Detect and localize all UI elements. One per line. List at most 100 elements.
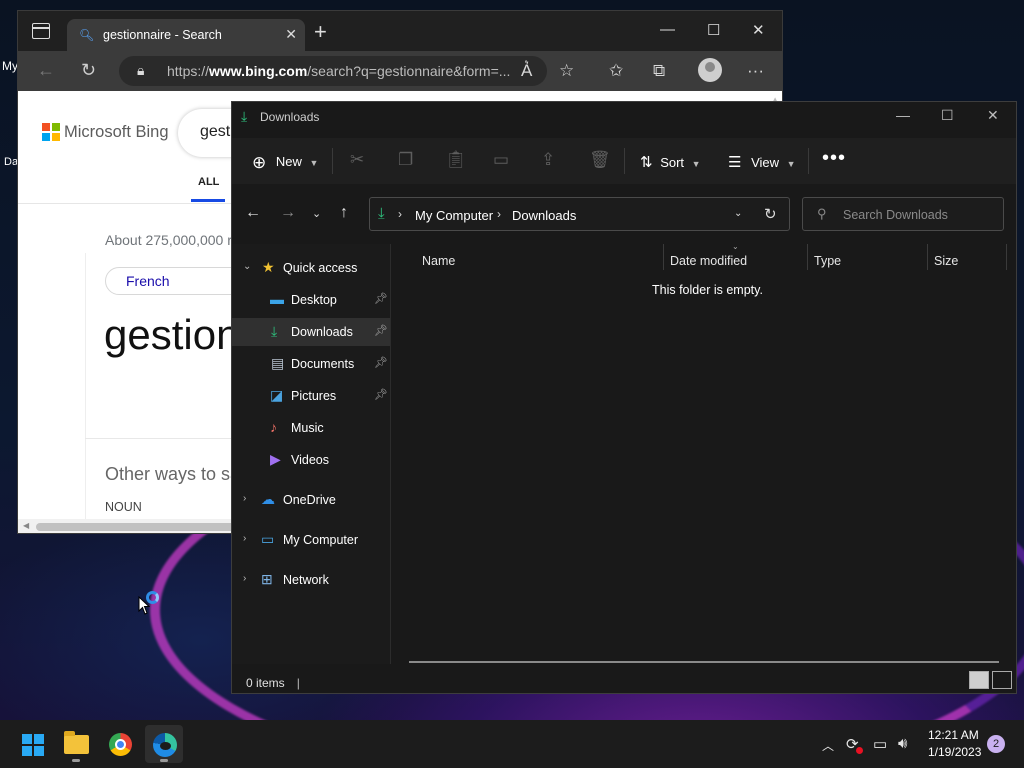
maximize-icon[interactable]: ☐	[707, 21, 720, 39]
tab-actions-icon[interactable]	[32, 23, 50, 39]
nav-my-computer[interactable]: › ▭ My Computer	[232, 526, 390, 554]
nav-onedrive[interactable]: › ☁ OneDrive	[232, 486, 390, 514]
back-icon[interactable]: ←	[245, 204, 261, 222]
clock-date[interactable]: 1/19/2023	[928, 745, 981, 759]
new-button[interactable]: ⊕ New ▼	[252, 151, 318, 172]
explorer-title: Downloads	[260, 110, 320, 124]
pin-icon[interactable]: 📌︎	[374, 388, 388, 401]
taskbar-edge[interactable]	[145, 725, 183, 763]
collapsed-chevron-icon[interactable]: ›	[243, 573, 246, 584]
close-icon[interactable]: ✕	[752, 21, 765, 39]
breadcrumb-chevron-icon[interactable]: ›	[497, 207, 501, 221]
rename-icon[interactable]: ▭	[493, 150, 509, 170]
tiles-view-icon[interactable]	[992, 671, 1012, 689]
horizontal-scroll-thumb[interactable]	[36, 523, 256, 531]
sort-button[interactable]: ⇅ Sort ▼	[640, 153, 701, 171]
read-aloud-icon[interactable]: A͛	[521, 61, 532, 81]
browser-tab-active[interactable]: 🔍︎ gestionnaire - Search ✕	[67, 19, 305, 51]
forward-icon[interactable]: →	[280, 204, 296, 222]
back-icon[interactable]: ←	[37, 60, 55, 81]
taskbar-file-explorer[interactable]	[57, 725, 95, 763]
nav-desktop[interactable]: ▬ Desktop 📌︎	[232, 286, 390, 314]
tab-close-icon[interactable]: ✕	[285, 26, 297, 43]
search-box[interactable]: ⚲ Search Downloads	[802, 197, 1004, 231]
column-size[interactable]: Size	[934, 254, 958, 268]
breadcrumb-my-computer[interactable]: My Computer	[415, 208, 493, 223]
pin-icon[interactable]: 📌︎	[374, 324, 388, 337]
share-icon[interactable]: ⇪	[541, 150, 555, 170]
view-button[interactable]: ☰ View ▼	[728, 153, 796, 171]
recent-locations-icon[interactable]: ⌄	[312, 207, 321, 220]
favorites-icon[interactable]: ✩	[609, 61, 623, 81]
browser-toolbar: ← ↻ 🔒︎ https://www.bing.com/search?q=ges…	[18, 51, 782, 91]
search-placeholder[interactable]: Search Downloads	[843, 208, 948, 222]
breadcrumb-downloads[interactable]: Downloads	[512, 208, 576, 223]
bing-brand[interactable]: Microsoft Bing	[64, 123, 169, 142]
desktop-icon-label-data[interactable]: Da	[4, 156, 18, 168]
url-text[interactable]: https://www.bing.com/search?q=gestionnai…	[167, 63, 517, 79]
nav-pictures[interactable]: ◪ Pictures 📌︎	[232, 382, 390, 410]
pin-icon[interactable]: 📌︎	[374, 292, 388, 305]
minimize-icon[interactable]: —	[660, 21, 675, 38]
nav-videos[interactable]: ▶ Videos	[232, 446, 390, 474]
new-tab-button[interactable]: +	[314, 19, 327, 45]
maximize-icon[interactable]: ☐	[941, 107, 954, 124]
navigation-row: ← → ⌄ ↑ ⤓ › My Computer › Downloads ⌄ ↻ …	[232, 184, 1016, 244]
column-type[interactable]: Type	[814, 254, 841, 268]
bing-search-text[interactable]: gest	[200, 123, 230, 141]
show-hidden-icons-icon[interactable]: ︿	[822, 737, 834, 754]
horizontal-scrollbar[interactable]	[409, 661, 999, 663]
sort-icon: ⇅	[640, 154, 653, 171]
file-explorer-icon	[64, 731, 89, 754]
pane-divider[interactable]	[390, 244, 391, 664]
refresh-icon[interactable]: ↻	[764, 205, 777, 223]
notification-badge[interactable]: 2	[987, 735, 1005, 753]
column-separator[interactable]	[807, 244, 808, 270]
collapsed-chevron-icon[interactable]: ›	[243, 493, 246, 504]
command-separator	[808, 148, 809, 174]
profile-avatar[interactable]	[698, 58, 722, 82]
pin-icon[interactable]: 📌︎	[374, 356, 388, 369]
copy-icon[interactable]: ❐	[398, 150, 413, 170]
nav-downloads[interactable]: ⤓ Downloads 📌︎	[232, 318, 390, 346]
details-view-icon[interactable]	[969, 671, 989, 689]
close-icon[interactable]: ✕	[987, 107, 999, 124]
cut-icon[interactable]: ✂	[350, 150, 364, 170]
network-icon[interactable]: ▭	[873, 735, 887, 753]
nav-documents[interactable]: ▤ Documents 📌︎	[232, 350, 390, 378]
volume-icon[interactable]: 🔊︎	[898, 735, 907, 752]
clock-time[interactable]: 12:21 AM	[928, 728, 979, 742]
column-separator[interactable]	[1006, 244, 1007, 270]
nav-quick-access[interactable]: ⌄ ★ Quick access	[232, 254, 390, 282]
refresh-icon[interactable]: ↻	[81, 60, 96, 81]
column-name[interactable]: Name	[422, 254, 455, 268]
column-separator[interactable]	[927, 244, 928, 270]
column-date-modified[interactable]: Date modified	[670, 254, 747, 268]
tab-all[interactable]: ALL	[198, 176, 219, 188]
chevron-down-icon: ▼	[786, 159, 796, 169]
address-bar[interactable]: 🔒︎ https://www.bing.com/search?q=gestion…	[119, 56, 547, 86]
lock-icon[interactable]: 🔒︎	[137, 62, 144, 79]
start-button[interactable]	[12, 725, 50, 763]
delete-icon[interactable]: 🗑︎	[589, 150, 611, 170]
column-separator[interactable]	[663, 244, 664, 270]
breadcrumb-chevron-icon[interactable]: ›	[398, 207, 402, 221]
paste-icon[interactable]: 📋︎	[445, 150, 467, 170]
up-icon[interactable]: ↑	[340, 204, 348, 222]
address-dropdown-icon[interactable]: ⌄	[734, 208, 742, 219]
add-favorite-icon[interactable]: ☆	[559, 61, 574, 81]
nav-music[interactable]: ♪ Music	[232, 414, 390, 442]
collapsed-chevron-icon[interactable]: ›	[243, 533, 246, 544]
expanded-chevron-icon[interactable]: ⌄	[243, 261, 251, 272]
scroll-left-icon[interactable]: ◀	[23, 521, 29, 530]
taskbar-chrome[interactable]	[101, 725, 139, 763]
desktop-icon-label-my-computer[interactable]: My	[2, 59, 18, 73]
nav-network[interactable]: › ⊞ Network	[232, 566, 390, 594]
more-menu-icon[interactable]: ···	[747, 61, 764, 81]
collections-icon[interactable]: ⧉	[653, 61, 665, 81]
address-bar[interactable]: ⤓ › My Computer › Downloads ⌄ ↻	[369, 197, 790, 231]
see-more-button[interactable]: •••	[822, 147, 846, 170]
minimize-icon[interactable]: —	[896, 107, 910, 123]
windows-logo-icon	[22, 734, 44, 756]
file-explorer-window: ⤓ Downloads — ☐ ✕ ⊕ New ▼ ✂ ❐ 📋︎ ▭ ⇪ 🗑︎ …	[231, 101, 1017, 694]
